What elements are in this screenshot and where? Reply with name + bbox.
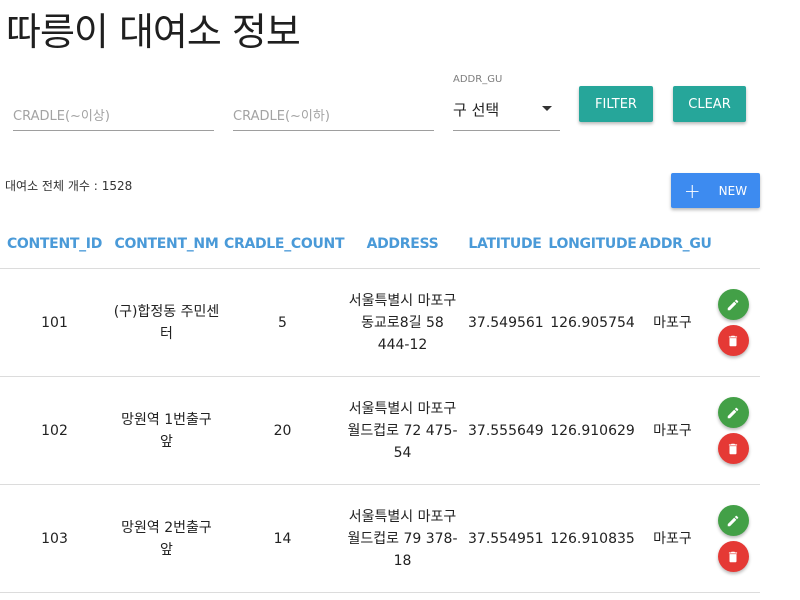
cell-latitude: 37.549561: [464, 268, 546, 377]
cradle-min-field: [13, 90, 214, 131]
page-root: 따릉이 대여소 정보 ADDR_GU 구 선택 FILTER CLEAR 대여소…: [0, 0, 800, 600]
delete-button[interactable]: [717, 541, 749, 572]
new-button-label: NEW: [718, 183, 748, 198]
cell-cradle-count: 14: [224, 484, 341, 593]
cradle-max-input[interactable]: [233, 109, 434, 124]
cell-content-nm: (구)합정동 주민센터: [109, 268, 224, 377]
column-header-content-nm[interactable]: CONTENT_NM: [109, 220, 224, 269]
delete-button[interactable]: [717, 325, 749, 356]
addr-gu-select[interactable]: 구 선택: [453, 90, 560, 131]
cell-cradle-count: 20: [224, 376, 341, 485]
cell-cradle-count: 5: [224, 268, 341, 377]
cell-longitude: 126.905754: [546, 268, 639, 377]
page-title: 따릉이 대여소 정보: [6, 10, 301, 54]
column-header-latitude[interactable]: LATITUDE: [464, 220, 546, 269]
column-header-longitude[interactable]: LONGITUDE: [546, 220, 639, 269]
cell-content-id: 103: [0, 484, 109, 593]
table-row[interactable]: 102 망원역 1번출구 앞 20 서울특별시 마포구 월드컵로 72 475-…: [0, 376, 760, 485]
cell-content-id: 101: [0, 268, 109, 377]
station-count-label: 대여소 전체 개수 :: [5, 179, 98, 193]
table-header-row: CONTENT_ID CONTENT_NM CRADLE_COUNT ADDRE…: [0, 220, 760, 269]
column-header-addr-gu[interactable]: ADDR_GU: [639, 220, 712, 269]
station-count: 대여소 전체 개수 :1528: [5, 177, 132, 194]
cell-content-id: 102: [0, 376, 109, 485]
pencil-icon: [727, 299, 739, 310]
edit-button[interactable]: [717, 397, 749, 428]
filter-button[interactable]: FILTER: [579, 86, 653, 122]
cell-latitude: 37.555649: [464, 376, 546, 485]
cell-content-nm: 망원역 1번출구 앞: [109, 376, 224, 485]
cell-addr-gu: 마포구: [639, 268, 706, 377]
cell-address: 서울특별시 마포구 동교로8길 58 444-12: [341, 268, 464, 377]
edit-button[interactable]: [717, 505, 749, 536]
cell-longitude: 126.910835: [546, 484, 639, 593]
new-button[interactable]: + NEW: [671, 173, 760, 208]
addr-gu-label: ADDR_GU: [453, 74, 503, 85]
trash-icon: [728, 443, 738, 454]
pencil-icon: [727, 407, 739, 418]
pencil-icon: [727, 515, 739, 526]
edit-button[interactable]: [717, 289, 749, 320]
column-header-cradle-count[interactable]: CRADLE_COUNT: [224, 220, 345, 269]
cell-actions: [706, 484, 760, 593]
trash-icon: [728, 551, 738, 562]
cell-address: 서울특별시 마포구 월드컵로 72 475-54: [341, 376, 464, 485]
cradle-max-field: [233, 90, 434, 131]
cell-addr-gu: 마포구: [639, 376, 706, 485]
cradle-min-input[interactable]: [13, 109, 214, 124]
plus-icon: +: [683, 178, 701, 203]
caret-down-icon: [542, 106, 552, 111]
addr-gu-selected-value: 구 선택: [453, 101, 500, 119]
cell-latitude: 37.554951: [464, 484, 546, 593]
table-row[interactable]: 103 망원역 2번출구 앞 14 서울특별시 마포구 월드컵로 79 378-…: [0, 484, 760, 593]
cell-address: 서울특별시 마포구 월드컵로 79 378-18: [341, 484, 464, 593]
table-row[interactable]: 101 (구)합정동 주민센터 5 서울특별시 마포구 동교로8길 58 444…: [0, 268, 760, 377]
trash-icon: [728, 335, 738, 346]
column-header-content-id[interactable]: CONTENT_ID: [0, 220, 109, 269]
delete-button[interactable]: [717, 433, 749, 464]
column-header-actions: [706, 220, 760, 269]
cell-addr-gu: 마포구: [639, 484, 706, 593]
stations-table: CONTENT_ID CONTENT_NM CRADLE_COUNT ADDRE…: [0, 220, 760, 593]
column-header-address[interactable]: ADDRESS: [341, 220, 464, 269]
station-count-value: 1528: [101, 179, 133, 193]
cell-longitude: 126.910629: [546, 376, 639, 485]
clear-button[interactable]: CLEAR: [673, 86, 746, 122]
cell-content-nm: 망원역 2번출구 앞: [109, 484, 224, 593]
cell-actions: [706, 268, 760, 377]
cell-actions: [706, 376, 760, 485]
